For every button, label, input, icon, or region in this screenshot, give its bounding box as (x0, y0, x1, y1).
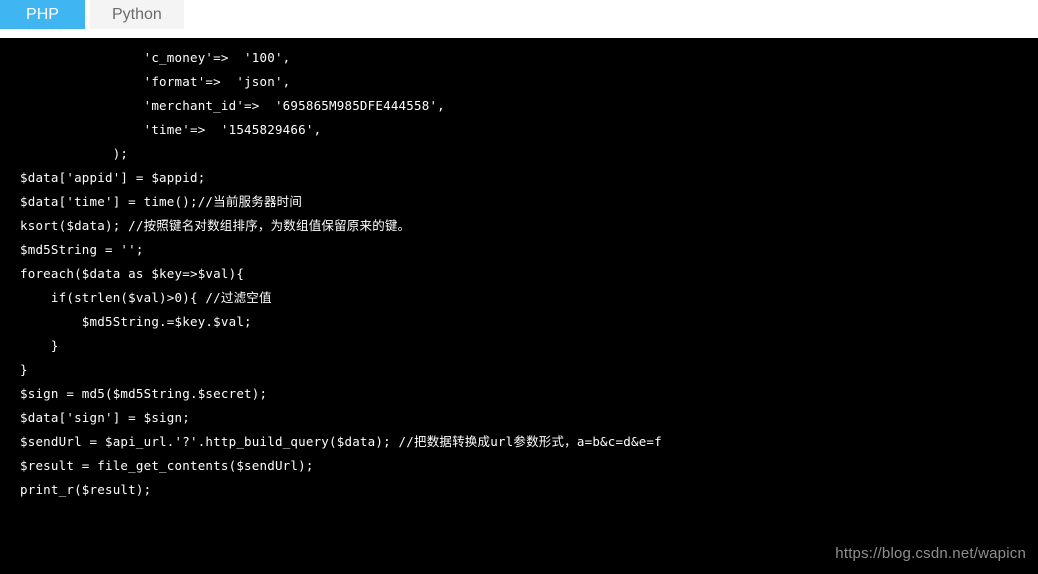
active-tab-underline (0, 27, 85, 29)
watermark: https://blog.csdn.net/wapicn (835, 545, 1026, 562)
code-line: $sendUrl = $api_url.'?'.http_build_query… (20, 434, 662, 449)
code-line: print_r($result); (20, 482, 152, 497)
code-line: 'format'=> 'json', (20, 74, 291, 89)
code-line: 'c_money'=> '100', (20, 50, 291, 65)
code-line: $md5String = ''; (20, 242, 144, 257)
code-line: $result = file_get_contents($sendUrl); (20, 458, 314, 473)
tab-bar: PHP Python (0, 0, 1038, 29)
code-line: $data['appid'] = $appid; (20, 170, 206, 185)
code-line: 'merchant_id'=> '695865M985DFE444558', (20, 98, 445, 113)
code-block[interactable]: 'c_money'=> '100', 'format'=> 'json', 'm… (0, 38, 1038, 574)
code-line-list: 'c_money'=> '100', 'format'=> 'json', 'm… (0, 46, 1038, 502)
code-line: foreach($data as $key=>$val){ (20, 266, 245, 281)
code-line: $data['time'] = time();//当前服务器时间 (20, 194, 303, 209)
tab-php[interactable]: PHP (0, 0, 85, 29)
code-line: } (20, 362, 28, 377)
code-line: $sign = md5($md5String.$secret); (20, 386, 268, 401)
code-line: ksort($data); //按照键名对数组排序，为数组值保留原来的键。 (20, 218, 411, 233)
code-line: if(strlen($val)>0){ //过滤空值 (20, 290, 272, 305)
code-line: $md5String.=$key.$val; (20, 314, 252, 329)
code-line: ); (20, 146, 129, 161)
code-line: $data['sign'] = $sign; (20, 410, 190, 425)
tab-python[interactable]: Python (90, 0, 184, 29)
code-line: 'time'=> '1545829466', (20, 122, 322, 137)
code-line: } (20, 338, 59, 353)
